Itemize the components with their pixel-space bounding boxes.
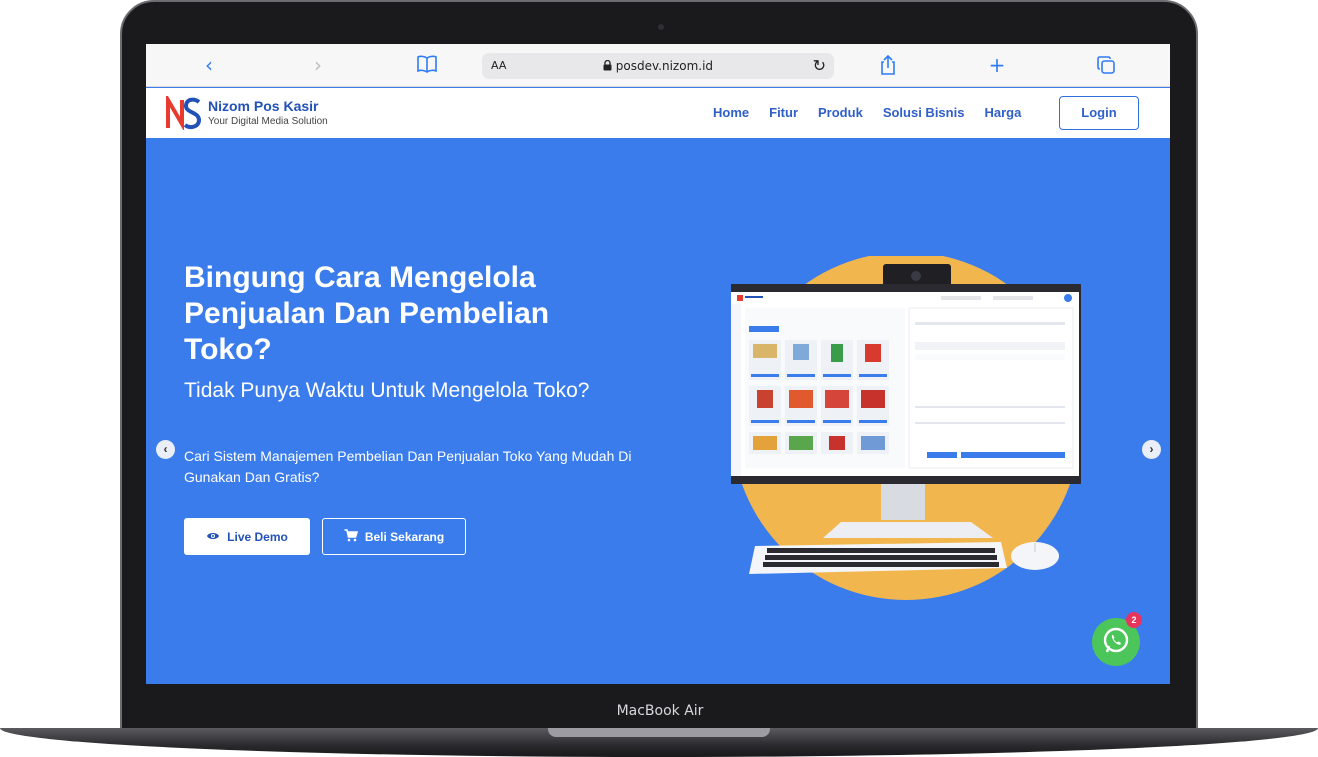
carousel-prev-icon[interactable]: ‹ xyxy=(156,440,175,459)
nav-produk[interactable]: Produk xyxy=(818,105,863,120)
address-bar[interactable]: AA posdev.nizom.id ↻ xyxy=(482,53,834,79)
live-demo-label: Live Demo xyxy=(227,529,288,544)
bottom-bezel xyxy=(146,684,1170,704)
cart-icon xyxy=(344,528,358,545)
hero-description: Cari Sistem Manajemen Pembelian Dan Penj… xyxy=(184,448,632,485)
laptop-notch xyxy=(548,728,770,737)
forward-icon[interactable]: › xyxy=(305,54,331,76)
notification-badge: 2 xyxy=(1126,612,1142,628)
url-display[interactable]: posdev.nizom.id xyxy=(482,59,834,73)
buy-now-label: Beli Sekarang xyxy=(364,529,445,544)
pos-monitor-illustration xyxy=(731,256,1081,600)
book-icon[interactable] xyxy=(414,55,440,77)
camera-dot xyxy=(658,24,664,30)
brand-tagline: Your Digital Media Solution xyxy=(208,116,328,127)
brand-name[interactable]: Nizom Pos Kasir xyxy=(208,98,318,114)
share-icon[interactable] xyxy=(875,54,901,77)
site-header: Nizom Pos Kasir Your Digital Media Solut… xyxy=(146,88,1170,138)
live-demo-button[interactable]: Live Demo xyxy=(184,518,310,555)
back-icon[interactable]: ‹ xyxy=(196,54,222,76)
nav-fitur[interactable]: Fitur xyxy=(769,105,798,120)
tabs-icon[interactable] xyxy=(1093,55,1119,77)
nav-home[interactable]: Home xyxy=(713,105,749,120)
carousel-next-icon[interactable]: › xyxy=(1142,440,1161,459)
whatsapp-icon xyxy=(1101,625,1131,660)
hero-headline: Bingung Cara Mengelola Penjualan Dan Pem… xyxy=(184,261,550,366)
browser-screen: ‹ › AA posdev.nizom.id ↻ + Nizom Pos Kas… xyxy=(146,44,1170,684)
buy-now-button[interactable]: Beli Sekarang xyxy=(322,518,466,555)
url-text: posdev.nizom.id xyxy=(615,59,714,73)
eye-icon xyxy=(206,530,220,544)
reload-icon[interactable]: ↻ xyxy=(813,56,826,75)
new-tab-icon[interactable]: + xyxy=(984,54,1010,76)
login-button[interactable]: Login xyxy=(1059,96,1139,130)
main-nav: Home Fitur Produk Solusi Bisnis Harga xyxy=(713,105,1021,120)
hero-section: Bingung Cara Mengelola Penjualan Dan Pem… xyxy=(146,138,1170,684)
monitor-neck xyxy=(881,484,925,520)
browser-toolbar: ‹ › AA posdev.nizom.id ↻ + xyxy=(146,44,1170,87)
nav-solusi-bisnis[interactable]: Solusi Bisnis xyxy=(883,105,965,120)
nav-harga[interactable]: Harga xyxy=(984,105,1021,120)
brand-logo-icon[interactable] xyxy=(166,92,202,132)
device-model-label: MacBook Air xyxy=(616,703,704,719)
hero-subheadline: Tidak Punya Waktu Untuk Mengelola Toko? xyxy=(184,379,590,402)
lock-icon xyxy=(603,59,616,73)
monitor-foot xyxy=(823,522,993,538)
